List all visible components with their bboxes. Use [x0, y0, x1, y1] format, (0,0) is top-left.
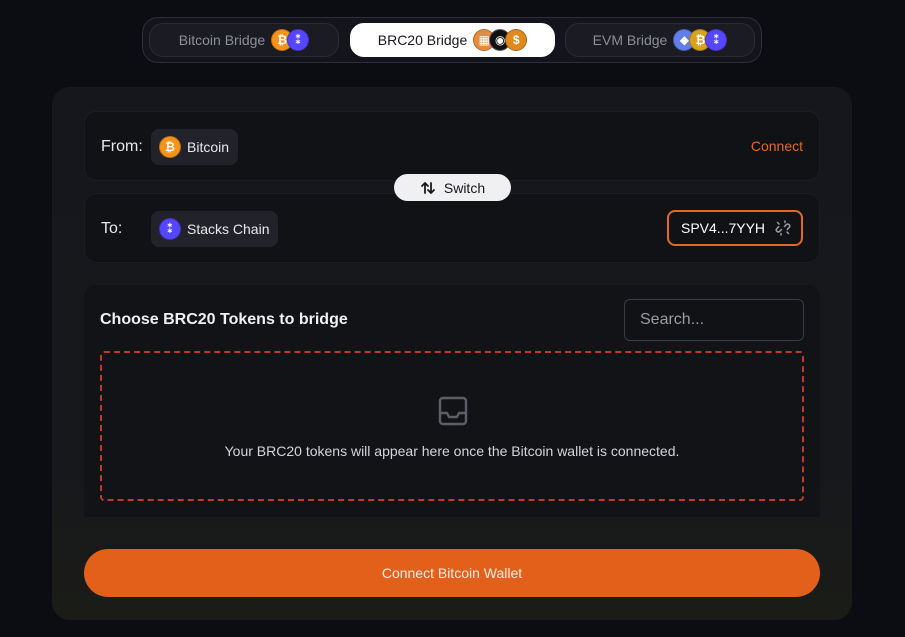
to-label: To:	[101, 220, 123, 237]
tab-label: Bitcoin Bridge	[178, 32, 266, 48]
from-row: From: ₿ Bitcoin Connect	[84, 111, 820, 181]
to-row: To: ⁑ Stacks Chain SPV4...7YYH	[84, 193, 820, 263]
tab-brc20-bridge[interactable]: BRC20 Bridge ▦ ◉ $	[350, 23, 555, 57]
token-selection-panel: Choose BRC20 Tokens to bridge Your BRC20…	[84, 285, 820, 517]
connect-bitcoin-wallet-button[interactable]: Connect Bitcoin Wallet	[84, 549, 820, 597]
to-chain-chip[interactable]: ⁑ Stacks Chain	[151, 211, 279, 247]
tab-label: EVM Bridge	[592, 32, 668, 48]
token-search-input[interactable]	[624, 299, 804, 341]
tab-bitcoin-bridge[interactable]: Bitcoin Bridge ₿ ⁑	[149, 23, 339, 57]
swap-arrows-icon	[420, 181, 435, 194]
empty-state-message: Your BRC20 tokens will appear here once …	[224, 443, 680, 459]
tab-coin-icons: ▦ ◉ $	[473, 29, 528, 51]
from-label: From:	[101, 138, 143, 155]
bridge-card: From: ₿ Bitcoin Connect Switch To: ⁑ Sta…	[52, 87, 852, 620]
tab-evm-bridge[interactable]: EVM Bridge ◆ ₿ ⁑	[565, 23, 755, 57]
token-list-empty-state: Your BRC20 tokens will appear here once …	[100, 351, 804, 501]
stacks-coin-icon: ⁑	[287, 29, 310, 51]
to-chain-name: Stacks Chain	[187, 221, 270, 237]
inbox-icon	[438, 396, 468, 426]
from-chain-chip[interactable]: ₿ Bitcoin	[151, 129, 239, 165]
tab-label: BRC20 Bridge	[377, 32, 468, 48]
destination-address-button[interactable]: SPV4...7YYH	[667, 210, 803, 246]
tab-coin-icons: ₿ ⁑	[271, 29, 310, 51]
bridge-tab-bar: Bitcoin Bridge ₿ ⁑ BRC20 Bridge ▦ ◉ $ EV…	[142, 17, 762, 63]
from-chain-name: Bitcoin	[187, 139, 230, 155]
stacks-coin-icon: ⁑	[705, 29, 728, 51]
tokens-heading: Choose BRC20 Tokens to bridge	[100, 311, 348, 328]
brown-coin-icon: $	[505, 29, 528, 51]
bitcoin-coin-icon: ₿	[159, 136, 181, 158]
stacks-coin-icon: ⁑	[159, 218, 181, 240]
destination-address: SPV4...7YYH	[681, 220, 766, 236]
switch-label: Switch	[443, 179, 486, 196]
connect-link[interactable]: Connect	[751, 138, 803, 154]
broken-link-icon	[775, 220, 791, 236]
tab-coin-icons: ◆ ₿ ⁑	[673, 29, 728, 51]
switch-button[interactable]: Switch	[394, 174, 511, 201]
